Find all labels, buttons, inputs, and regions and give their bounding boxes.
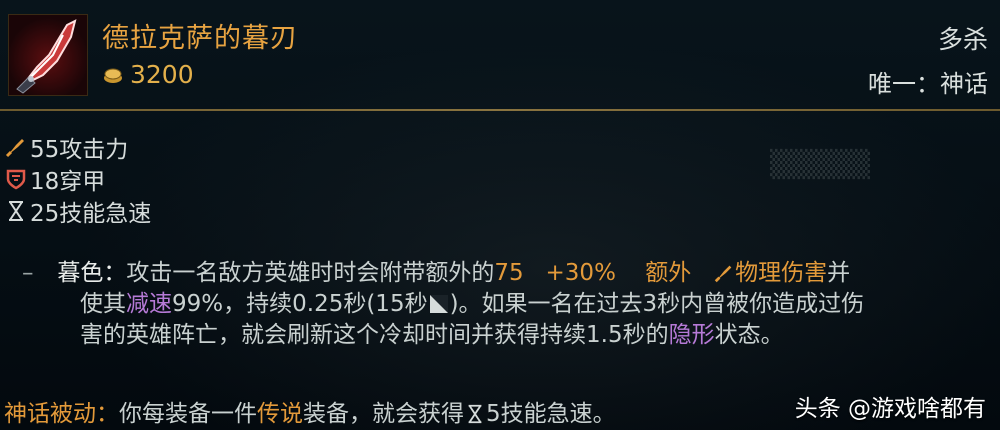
passive-value-bonus: 额外 xyxy=(645,260,692,286)
passive-value-base: 75 xyxy=(494,260,524,286)
item-price: 3200 xyxy=(130,60,194,89)
item-name: 德拉克萨的暮刃 xyxy=(102,23,298,54)
stat-armor-pen: 18穿甲 xyxy=(4,162,105,196)
passive-text: 害的英雄阵亡，就会刷新这个冷却时间并获得持续1.5秒的 xyxy=(80,322,669,348)
passive-line-3: 害的英雄阵亡，就会刷新这个冷却时间并获得持续1.5秒的隐形状态。 xyxy=(22,320,982,351)
gold-icon xyxy=(104,68,122,83)
slow-keyword: 减速 xyxy=(126,291,172,317)
item-tooltip: 德拉克萨的暮刃 3200 多杀 唯一：神话 55攻击力 18穿甲 25技能急速 … xyxy=(0,0,1000,430)
mythic-passive: 神话被动：你每装备一件传说装备，就会获得 5技能急速。 xyxy=(4,394,616,428)
passive-text: 并 xyxy=(827,260,851,286)
stat-ability-haste: 25技能急速 xyxy=(4,194,151,228)
passive-description: – 暮色：攻击一名敌方英雄时时会附带额外的75 +30% 额外 物理伤害并 使其… xyxy=(22,258,982,351)
mythic-passive-label: 神话被动： xyxy=(4,401,119,427)
watermark: 头条 @游戏啥都有 xyxy=(794,396,986,422)
passive-text: )。如果一名在过去3秒内曾被你造成过伤 xyxy=(449,291,865,317)
passive-text: 状态。 xyxy=(714,322,784,348)
passive-line-2: 使其减速99%，持续0.25秒(15秒 )。如果一名在过去3秒内曾被你造成过伤 xyxy=(22,289,982,320)
price-row: 3200 xyxy=(102,60,194,89)
armor-pen-icon xyxy=(6,169,26,190)
passive-line-1: – 暮色：攻击一名敌方英雄时时会附带额外的75 +30% 额外 物理伤害并 xyxy=(22,258,982,289)
passive-name: 暮色： xyxy=(57,260,127,286)
stat-label: 18穿甲 xyxy=(30,169,106,195)
attack-damage-icon xyxy=(714,265,732,283)
stat-label: 25技能急速 xyxy=(30,201,152,227)
item-tag-multikill: 多杀 xyxy=(937,25,988,54)
background-decoration: ▒▒▒▒▒ xyxy=(770,150,870,180)
physical-damage-keyword: 物理伤害 xyxy=(735,260,828,286)
stat-label: 55攻击力 xyxy=(30,137,129,163)
stat-attack-damage: 55攻击力 xyxy=(4,130,128,164)
mythic-text: 装备，就会获得 xyxy=(303,401,464,427)
ability-haste-icon xyxy=(9,201,23,221)
blade-icon xyxy=(8,14,88,96)
ability-haste-icon xyxy=(468,404,482,424)
mythic-text: 你每装备一件 xyxy=(119,401,257,427)
passive-value-ratio: +30% xyxy=(545,260,616,286)
passive-text: 99%，持续0.25秒(15秒 xyxy=(172,291,428,317)
legendary-keyword: 传说 xyxy=(257,401,303,427)
header-divider xyxy=(0,109,1000,111)
passive-text: 攻击一名敌方英雄时时会附带额外的 xyxy=(126,260,495,286)
mythic-text: 5技能急速。 xyxy=(486,401,616,427)
passive-text: 使其 xyxy=(80,291,126,317)
bullet-dash: – xyxy=(22,260,34,286)
item-tag-unique-mythic: 唯一：神话 xyxy=(868,70,988,98)
stealth-keyword: 隐形 xyxy=(668,322,715,348)
attack-damage-icon xyxy=(5,139,24,158)
cooldown-icon xyxy=(429,295,448,313)
